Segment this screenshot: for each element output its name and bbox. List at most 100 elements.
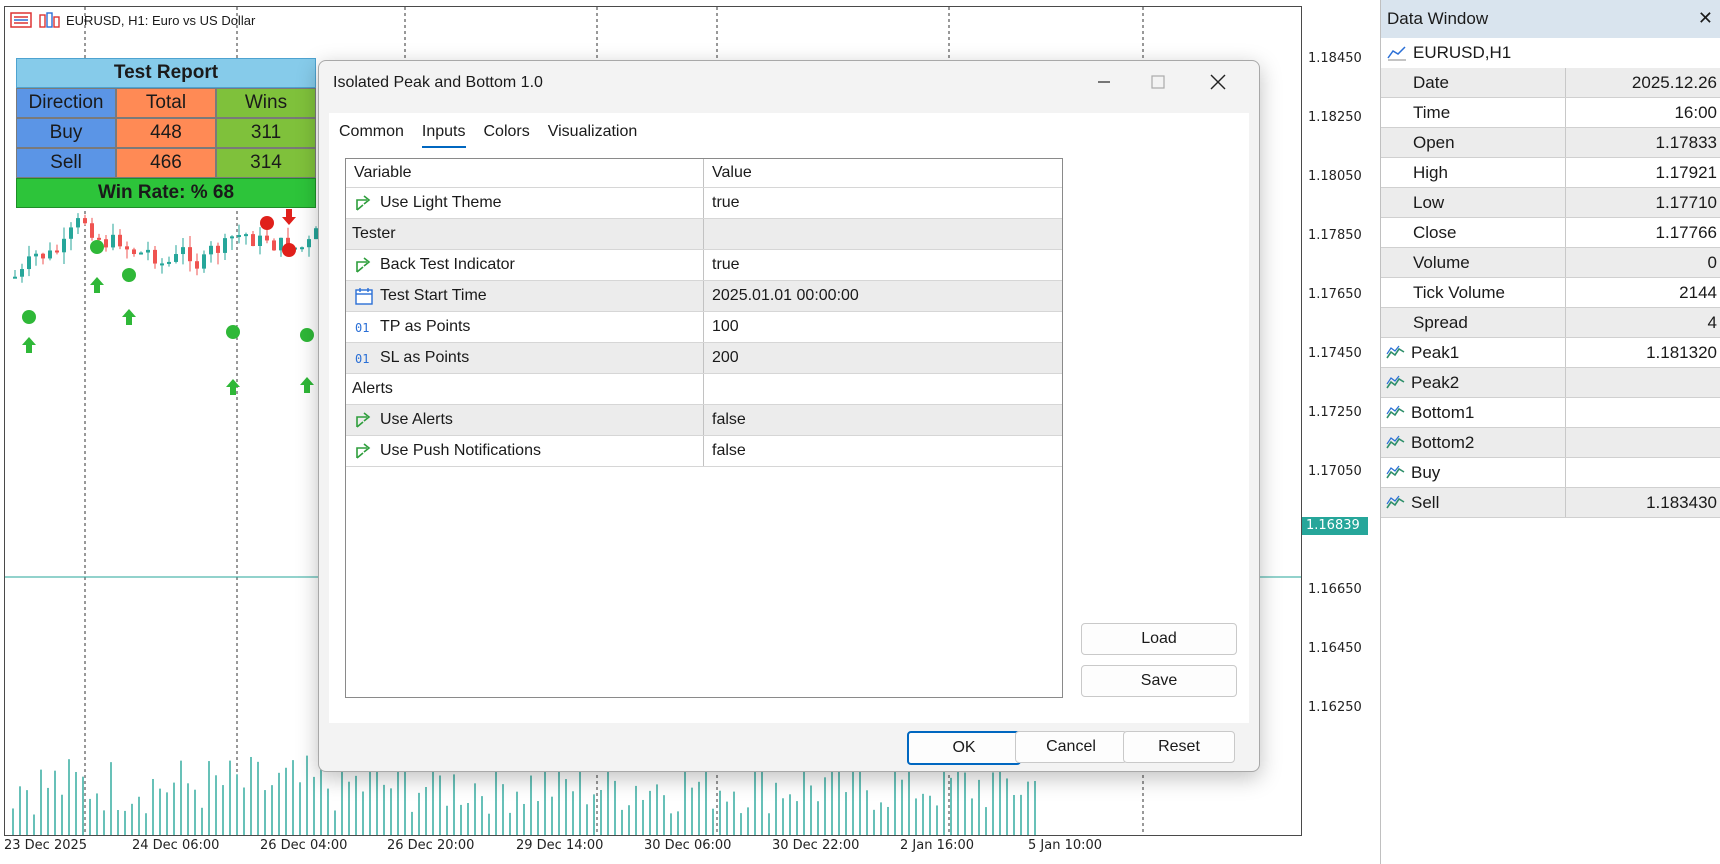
data-window-value: 1.17710 bbox=[1655, 192, 1717, 212]
input-variable-label: Tester bbox=[352, 225, 396, 242]
candle-body bbox=[62, 238, 66, 253]
integer-param-icon: 01 bbox=[354, 349, 378, 367]
candle-body bbox=[251, 234, 255, 247]
data-window-name-cell: Bottom1 bbox=[1381, 398, 1566, 427]
input-value-cell[interactable]: 100 bbox=[704, 312, 1062, 342]
input-row[interactable]: Use Push Notifications false bbox=[346, 436, 1062, 467]
column-variable: Variable bbox=[346, 159, 704, 187]
indicator-line-icon bbox=[1385, 374, 1411, 392]
input-group-row[interactable]: Tester bbox=[346, 219, 1062, 250]
input-row[interactable]: 01 SL as Points 200 bbox=[346, 343, 1062, 374]
calendar-icon bbox=[354, 287, 378, 305]
data-window-titlebar: Data Window ✕ bbox=[1381, 0, 1720, 38]
data-window-name-cell: Close bbox=[1381, 218, 1566, 247]
data-window-value: 2144 bbox=[1679, 282, 1717, 302]
data-window-name-cell: High bbox=[1381, 158, 1566, 187]
badge-2-icon bbox=[90, 240, 104, 254]
tab-colors[interactable]: Colors bbox=[484, 123, 530, 148]
input-variable-cell: Use Alerts bbox=[346, 405, 704, 435]
load-button[interactable]: Load bbox=[1081, 623, 1237, 655]
price-scale[interactable]: 1.18450 1.18250 1.18050 1.17850 1.17650 1.174… bbox=[1300, 6, 1380, 834]
data-window-name-cell: Peak2 bbox=[1381, 368, 1566, 397]
chart-symbol-title: EURUSD, H1: Euro vs US Dollar bbox=[66, 12, 256, 28]
close-button[interactable] bbox=[1195, 65, 1241, 99]
price-tick-label: 1.17850 bbox=[1308, 228, 1362, 243]
input-value-cell[interactable]: true bbox=[704, 250, 1062, 280]
candle-body bbox=[20, 269, 24, 277]
input-variable-label: Test Start Time bbox=[380, 287, 487, 304]
data-window-symbol-label: EURUSD,H1 bbox=[1413, 43, 1512, 62]
data-window-name-cell: Tick Volume bbox=[1381, 278, 1566, 307]
data-window-name: Time bbox=[1413, 102, 1451, 122]
candle-body bbox=[153, 249, 157, 264]
input-row[interactable]: Test Start Time 2025.01.01 00:00:00 bbox=[346, 281, 1062, 312]
input-variable-label: SL as Points bbox=[380, 349, 470, 366]
tab-visualization[interactable]: Visualization bbox=[548, 123, 638, 148]
indicator-list-icon[interactable] bbox=[38, 12, 60, 28]
data-window-name-cell: Bottom2 bbox=[1381, 428, 1566, 457]
buy-arrow-icon bbox=[226, 379, 240, 395]
inputs-table[interactable]: Variable Value Use Light Theme true Tester… bbox=[345, 158, 1063, 698]
input-group-row[interactable]: Alerts bbox=[346, 374, 1062, 405]
candle-body bbox=[13, 276, 17, 279]
input-row[interactable]: Back Test Indicator true bbox=[346, 250, 1062, 281]
price-tick-label: 1.16650 bbox=[1308, 582, 1362, 597]
input-row[interactable]: 01 TP as Points 100 bbox=[346, 312, 1062, 343]
candle-body bbox=[258, 235, 262, 247]
time-tick-label: 26 Dec 04:00 bbox=[260, 838, 348, 853]
input-variable-label: Use Alerts bbox=[380, 411, 453, 428]
input-row[interactable]: Use Alerts false bbox=[346, 405, 1062, 436]
data-window-value: 1.17766 bbox=[1655, 222, 1717, 242]
save-button[interactable]: Save bbox=[1081, 665, 1237, 697]
minimize-button[interactable] bbox=[1081, 65, 1127, 99]
input-variable-label: TP as Points bbox=[380, 318, 471, 335]
tab-common[interactable]: Common bbox=[339, 123, 404, 148]
input-value-cell[interactable]: 200 bbox=[704, 343, 1062, 373]
data-window-name: Date bbox=[1413, 72, 1449, 92]
test-report-panel: Test Report Direction Total Wins Buy 448… bbox=[16, 58, 316, 208]
badge-2-icon bbox=[22, 310, 36, 324]
input-value-cell[interactable]: false bbox=[704, 405, 1062, 435]
ok-button[interactable]: OK bbox=[907, 731, 1021, 765]
candle-body bbox=[230, 236, 234, 239]
data-window-value: 4 bbox=[1707, 312, 1717, 332]
indicator-properties-dialog: Isolated Peak and Bottom 1.0 Common Inpu… bbox=[318, 60, 1260, 772]
integer-param-icon: 01 bbox=[354, 318, 378, 336]
header-direction: Direction bbox=[16, 88, 116, 118]
indicator-line-icon bbox=[1385, 464, 1411, 482]
data-window-name-cell: Open bbox=[1381, 128, 1566, 157]
cancel-button[interactable]: Cancel bbox=[1015, 731, 1127, 763]
header-total: Total bbox=[116, 88, 216, 118]
candle-body bbox=[181, 247, 185, 255]
candle-body bbox=[167, 261, 171, 264]
test-report-header-row: Direction Total Wins bbox=[16, 88, 316, 118]
input-value-cell[interactable]: false bbox=[704, 436, 1062, 466]
price-tick-label: 1.17650 bbox=[1308, 287, 1362, 302]
input-variable-cell: Alerts bbox=[346, 374, 704, 404]
tab-inputs[interactable]: Inputs bbox=[421, 123, 466, 148]
input-row[interactable]: Use Light Theme true bbox=[346, 188, 1062, 219]
test-report-row-sell: Sell 466 314 bbox=[16, 148, 316, 178]
data-window-name: Bottom1 bbox=[1411, 402, 1475, 422]
svg-text:01: 01 bbox=[355, 321, 369, 335]
close-icon[interactable]: ✕ bbox=[1698, 8, 1713, 29]
bool-param-icon bbox=[354, 442, 378, 460]
buy-wins: 311 bbox=[216, 118, 316, 148]
input-variable-cell: 01 TP as Points bbox=[346, 312, 704, 342]
input-variable-cell: Back Test Indicator bbox=[346, 250, 704, 280]
data-window-name: Sell bbox=[1411, 492, 1440, 512]
buy-total: 448 bbox=[116, 118, 216, 148]
chart-list-icon[interactable] bbox=[10, 12, 32, 28]
input-value-cell[interactable]: 2025.01.01 00:00:00 bbox=[704, 281, 1062, 311]
candle-body bbox=[41, 253, 45, 259]
candle-body bbox=[139, 252, 143, 255]
buy-direction: Buy bbox=[16, 118, 116, 148]
test-report-title: Test Report bbox=[16, 58, 316, 88]
sell-total: 466 bbox=[116, 148, 216, 178]
input-value-cell[interactable]: true bbox=[704, 188, 1062, 218]
time-scale[interactable]: 23 Dec 2025 24 Dec 06:00 26 Dec 04:00 26 De… bbox=[0, 834, 1300, 864]
maximize-button[interactable] bbox=[1135, 65, 1181, 99]
data-window-row: Close 1.17766 bbox=[1381, 218, 1720, 248]
reset-button[interactable]: Reset bbox=[1123, 731, 1235, 763]
chart-header: EURUSD, H1: Euro vs US Dollar bbox=[10, 12, 255, 28]
